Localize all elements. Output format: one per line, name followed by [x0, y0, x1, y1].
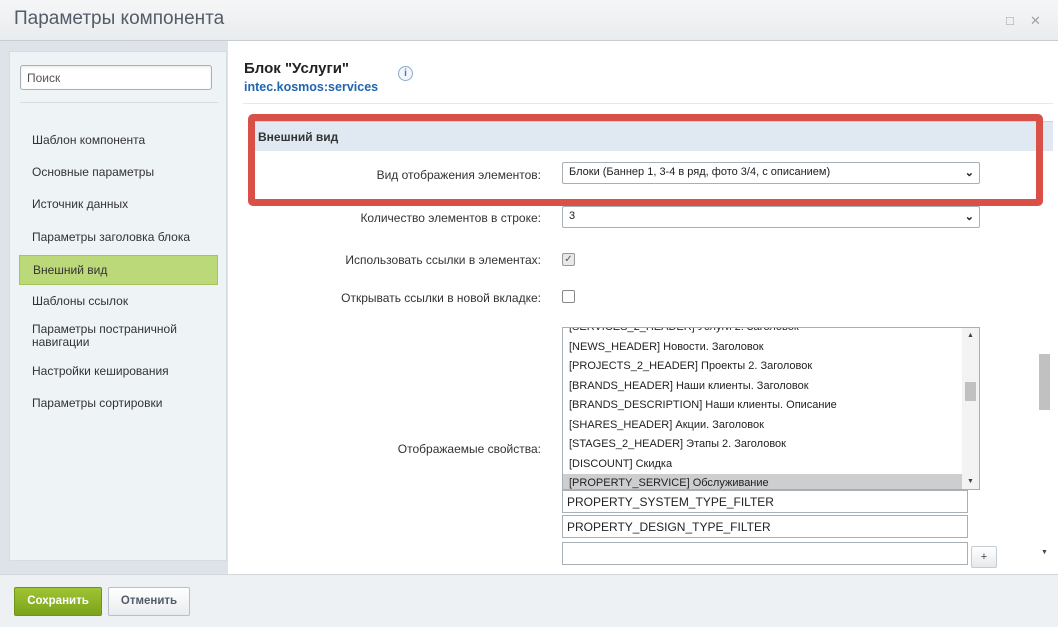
- chevron-down-icon: ⌄: [964, 167, 974, 179]
- list-item-selected[interactable]: [PROPERTY_SERVICE] Обслуживание: [563, 474, 979, 489]
- sidebar-item-header[interactable]: Параметры заголовка блока: [19, 231, 218, 244]
- scroll-down-icon[interactable]: ▼: [1037, 546, 1052, 560]
- add-field-button[interactable]: +: [971, 546, 997, 568]
- sidebar-item-appearance[interactable]: Внешний вид: [19, 255, 218, 285]
- sidebar-item-caching[interactable]: Настройки кеширования: [19, 365, 218, 378]
- new-tab-label: Открывать ссылки в новой вкладке:: [341, 291, 541, 305]
- scroll-down-icon[interactable]: ▼: [962, 474, 979, 489]
- property-filter-input-1[interactable]: [562, 490, 968, 513]
- new-tab-checkbox[interactable]: [562, 290, 575, 303]
- main-scrollbar[interactable]: ▼: [1037, 128, 1052, 560]
- search-input[interactable]: [20, 65, 212, 90]
- view-mode-value: Блоки (Баннер 1, 3-4 в ряд, фото 3/4, с …: [569, 166, 831, 178]
- settings-panel: Блок "Услуги" i intec.kosmos:services Вн…: [228, 41, 1058, 574]
- sidebar-item-template[interactable]: Шаблон компонента: [19, 134, 218, 147]
- property-filter-input-2[interactable]: [562, 515, 968, 538]
- dialog-footer: Сохранить Отменить: [0, 574, 1058, 627]
- section-title: Внешний вид: [258, 130, 339, 144]
- sidebar-divider: [20, 102, 218, 103]
- scrollbar-thumb[interactable]: [965, 382, 976, 401]
- info-icon[interactable]: i: [398, 66, 413, 81]
- list-item[interactable]: [DISCOUNT] Скидка: [563, 455, 979, 475]
- maximize-icon[interactable]: □: [1006, 13, 1014, 28]
- view-mode-select[interactable]: Блоки (Баннер 1, 3-4 в ряд, фото 3/4, с …: [562, 162, 980, 184]
- sidebar-item-data-source[interactable]: Источник данных: [19, 198, 218, 211]
- listbox-scrollbar[interactable]: ▲ ▼: [962, 328, 979, 489]
- cancel-button[interactable]: Отменить: [108, 587, 190, 616]
- scroll-up-icon[interactable]: ▲: [962, 328, 979, 343]
- close-icon[interactable]: ✕: [1030, 13, 1041, 29]
- sidebar: Шаблон компонента Основные параметры Ист…: [9, 51, 227, 561]
- list-item[interactable]: [BRANDS_HEADER] Наши клиенты. Заголовок: [563, 377, 979, 397]
- header-divider: [243, 103, 1053, 104]
- chevron-down-icon: ⌄: [964, 211, 974, 223]
- count-value: 3: [569, 210, 576, 222]
- use-links-checkbox[interactable]: ✓: [562, 253, 575, 266]
- view-mode-label: Вид отображения элементов:: [376, 168, 541, 182]
- list-item[interactable]: [SERVICES_2_HEADER] Услуги 2. Заголовок: [563, 328, 979, 338]
- count-label: Количество элементов в строке:: [360, 211, 541, 225]
- scrollbar-thumb[interactable]: [1039, 354, 1050, 410]
- sidebar-item-basic[interactable]: Основные параметры: [19, 166, 218, 179]
- properties-label: Отображаемые свойства:: [397, 442, 541, 456]
- list-item[interactable]: [STAGES_2_HEADER] Этапы 2. Заголовок: [563, 435, 979, 455]
- sidebar-item-sorting[interactable]: Параметры сортировки: [19, 397, 218, 410]
- save-button[interactable]: Сохранить: [14, 587, 102, 616]
- component-code: intec.kosmos:services: [244, 80, 379, 94]
- sidebar-item-pagination[interactable]: Параметры постраничной навигации: [19, 323, 218, 349]
- list-item[interactable]: [SHARES_HEADER] Акции. Заголовок: [563, 416, 979, 436]
- property-filter-input-3[interactable]: [562, 542, 968, 565]
- count-select[interactable]: 3 ⌄: [562, 206, 980, 228]
- component-title: Блок "Услуги": [244, 60, 350, 77]
- use-links-label: Использовать ссылки в элементах:: [345, 253, 541, 267]
- section-header: Внешний вид: [248, 121, 1053, 151]
- list-item[interactable]: [PROJECTS_2_HEADER] Проекты 2. Заголовок: [563, 357, 979, 377]
- dialog-titlebar: Параметры компонента □ ✕: [0, 0, 1058, 41]
- list-item[interactable]: [NEWS_HEADER] Новости. Заголовок: [563, 338, 979, 358]
- sidebar-item-link-templates[interactable]: Шаблоны ссылок: [19, 295, 218, 308]
- properties-multiselect[interactable]: [SERVICES_2_HEADER] Услуги 2. Заголовок …: [562, 327, 980, 490]
- dialog-title: Параметры компонента: [14, 8, 225, 29]
- list-item[interactable]: [BRANDS_DESCRIPTION] Наши клиенты. Описа…: [563, 396, 979, 416]
